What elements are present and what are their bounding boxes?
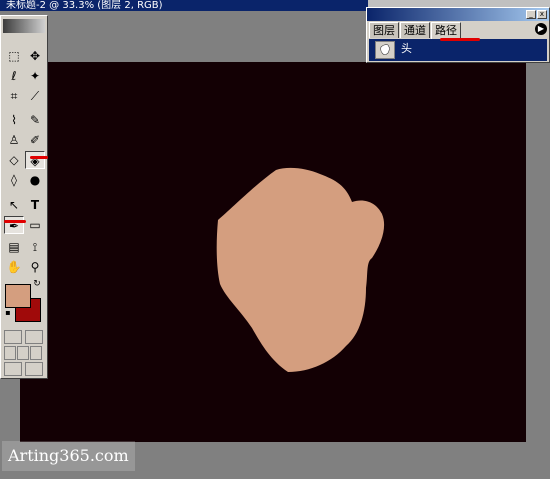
head-path-fill: [216, 167, 385, 372]
path-row-head[interactable]: 头: [369, 39, 547, 61]
tab-channels[interactable]: 通道: [400, 22, 430, 38]
type-tool-icon[interactable]: T: [25, 196, 45, 214]
watermark: Arting365.com: [2, 441, 135, 471]
palette-tabs: 图层 通道 路径: [369, 22, 462, 39]
history-brush-tool-icon[interactable]: ✐: [25, 131, 45, 149]
pen-tool-icon[interactable]: ✒: [4, 216, 24, 234]
eraser-tool-icon[interactable]: ◇: [4, 151, 24, 169]
path-name-label: 头: [401, 42, 412, 55]
hand-tool-icon[interactable]: ✋: [4, 258, 24, 276]
paths-tab-highlight-mark: [440, 38, 480, 41]
blur-tool-icon[interactable]: ◊: [4, 171, 24, 189]
toolbox-logo: [3, 19, 45, 33]
screen-mode-full-menu-icon[interactable]: [17, 346, 29, 360]
brush-tool-icon[interactable]: ✎: [25, 111, 45, 129]
eyedropper-tool-icon[interactable]: ⟟: [25, 238, 45, 256]
swap-colors-icon[interactable]: ↻: [31, 278, 43, 290]
magic-wand-tool-icon[interactable]: ✦: [25, 67, 45, 85]
path-selection-tool-icon[interactable]: ↖: [4, 196, 24, 214]
clone-stamp-tool-icon[interactable]: ♙: [4, 131, 24, 149]
toolbox: ⬚ ✥ ℓ ✦ ⌗ ⟋ ⌇ ✎ ♙ ✐ ◇ ◈ ◊ ● ↖ T ✒ ▭ ▤ ⟟ …: [0, 15, 48, 379]
path-thumbnail: [375, 41, 395, 59]
paths-palette: _ x 图层 通道 路径 ▶ 头: [366, 7, 550, 63]
zoom-tool-icon[interactable]: ⚲: [25, 258, 45, 276]
paint-bucket-highlight-mark: [30, 156, 48, 159]
crop-tool-icon[interactable]: ⌗: [4, 87, 24, 105]
paint-bucket-tool-icon[interactable]: ◈: [25, 151, 45, 169]
standard-mode-icon[interactable]: [4, 330, 22, 344]
foreground-color-swatch[interactable]: [5, 284, 31, 308]
palette-menu-arrow-icon[interactable]: ▶: [535, 23, 547, 35]
move-tool-icon[interactable]: ✥: [25, 47, 45, 65]
palette-title-bar[interactable]: _ x: [367, 8, 549, 21]
healing-brush-tool-icon[interactable]: ⌇: [4, 111, 24, 129]
window-title-bar: 未标题-2 @ 33.3% (图层 2, RGB): [0, 0, 368, 11]
jump-to-imageready-icon[interactable]: [4, 362, 22, 376]
tab-layers[interactable]: 图层: [369, 22, 399, 38]
burn-tool-icon[interactable]: ●: [25, 171, 45, 189]
palette-minimize-button[interactable]: _: [526, 10, 536, 19]
tab-paths[interactable]: 路径: [431, 22, 461, 39]
lasso-tool-icon[interactable]: ℓ: [4, 67, 24, 85]
notes-tool-icon[interactable]: ▤: [4, 238, 24, 256]
palette-close-button[interactable]: x: [537, 10, 547, 19]
default-colors-icon[interactable]: ▪: [3, 308, 13, 318]
screen-mode-full-icon[interactable]: [30, 346, 42, 360]
imageready-icon[interactable]: [25, 362, 43, 376]
head-shape: [216, 167, 385, 372]
document-canvas[interactable]: [20, 62, 526, 442]
slice-tool-icon[interactable]: ⟋: [25, 87, 45, 105]
pen-tool-highlight-mark: [4, 220, 26, 223]
rectangle-tool-icon[interactable]: ▭: [25, 216, 45, 234]
quick-mask-mode-icon[interactable]: [25, 330, 43, 344]
window-title: 未标题-2 @ 33.3% (图层 2, RGB): [6, 0, 163, 11]
path-thumbnail-icon: [380, 44, 390, 55]
screen-mode-standard-icon[interactable]: [4, 346, 16, 360]
marquee-tool-icon[interactable]: ⬚: [4, 47, 24, 65]
